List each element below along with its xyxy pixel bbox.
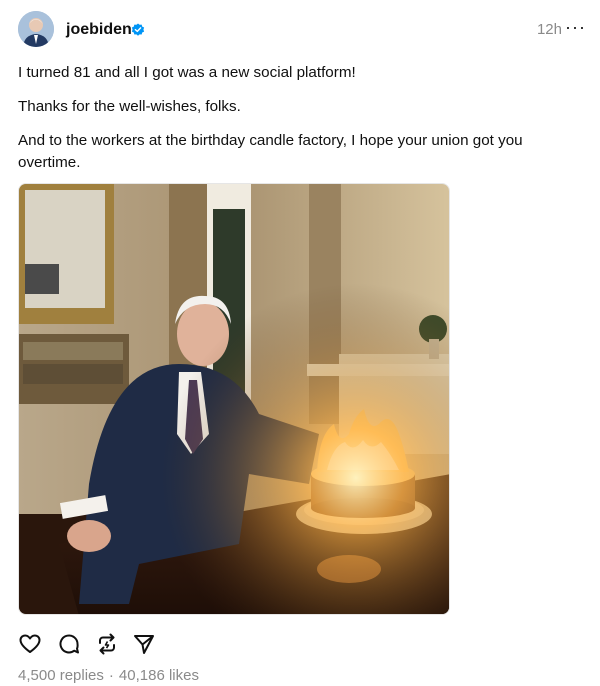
send-icon[interactable]	[132, 632, 156, 656]
more-options-button[interactable]: ···	[565, 17, 586, 37]
post-paragraph: I turned 81 and all I got was a new soci…	[18, 64, 356, 81]
post-paragraph: Thanks for the well-wishes, folks.	[18, 98, 241, 115]
username[interactable]: joebiden	[66, 20, 132, 40]
avatar[interactable]	[18, 11, 54, 47]
post-timestamp: 12h	[536, 21, 562, 38]
post-body: I turned 81 and all I got was a new soci…	[18, 62, 578, 186]
replies-count[interactable]: 4,500 replies	[18, 667, 104, 684]
birthday-cake-photo	[19, 184, 449, 614]
heart-icon[interactable]	[18, 632, 42, 656]
avatar-image	[18, 11, 54, 47]
separator-dot: ·	[108, 667, 114, 684]
post-paragraph: And to the workers at the birthday candl…	[18, 132, 523, 171]
likes-count[interactable]: 40,186 likes	[119, 667, 199, 684]
verified-badge-icon	[131, 23, 145, 36]
post-photo[interactable]	[18, 183, 450, 615]
post-header: joebiden 12h ···	[0, 0, 600, 60]
comment-icon[interactable]	[57, 632, 81, 656]
repost-icon[interactable]	[95, 632, 119, 656]
engagement-counts: 4,500 replies · 40,186 likes	[18, 666, 199, 686]
